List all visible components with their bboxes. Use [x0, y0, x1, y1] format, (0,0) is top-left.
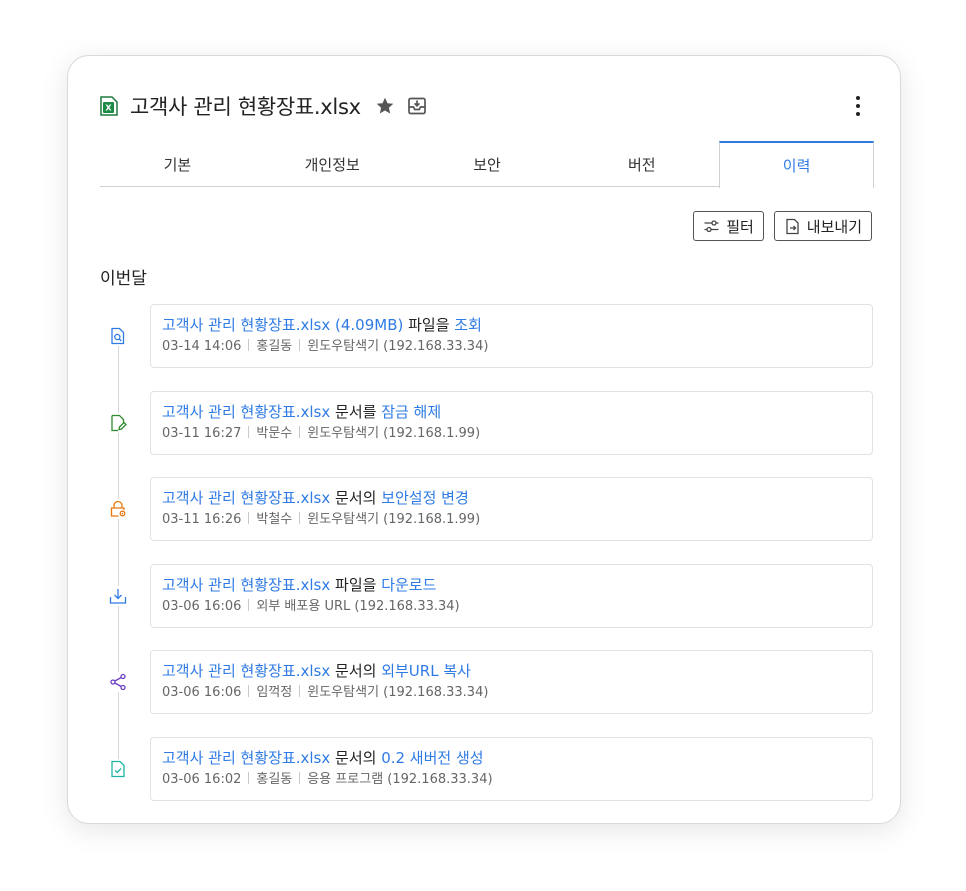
event-action: 0.2 새버전 생성 [381, 749, 484, 767]
tab-version[interactable]: 버전 [564, 141, 719, 187]
history-event-card[interactable]: 고객사 관리 현황장표.xlsx 문서의 보안설정 변경 03-11 16:26… [150, 477, 873, 542]
event-action: 외부URL 복사 [381, 662, 471, 681]
share-icon [108, 672, 128, 693]
event-time: 03-14 14:06 [162, 339, 242, 354]
event-verb: 문서의 [330, 489, 382, 508]
event-client: 윈도우탐색기 (192.168.33.34) [307, 685, 489, 701]
inbox-icon[interactable] [407, 96, 427, 116]
history-event: 고객사 관리 현황장표.xlsx 파일을 다운로드 03-06 16:06 외부 … [108, 563, 874, 628]
svg-text:X: X [105, 104, 112, 113]
event-verb: 파일을 [330, 575, 382, 594]
event-file-link[interactable]: 고객사 관리 현황장표.xlsx (4.09MB) [162, 316, 403, 334]
event-verb: 문서의 [330, 662, 382, 681]
event-user: 홍길동 [256, 339, 293, 354]
export-icon [786, 218, 799, 234]
history-event-card[interactable]: 고객사 관리 현황장표.xlsx 문서의 외부URL 복사 03-06 16:0… [150, 650, 873, 715]
history-actions: 필터 내보내기 [693, 211, 872, 241]
event-verb: 파일을 [403, 316, 455, 334]
event-client: 윈도우탐색기 (192.168.33.34) [307, 339, 489, 354]
more-vertical-icon[interactable] [848, 92, 868, 120]
event-time: 03-06 16:06 [162, 598, 242, 614]
tab-personal-info[interactable]: 개인정보 [255, 141, 410, 187]
event-client: 윈도우탐색기 (192.168.1.99) [307, 512, 481, 528]
filter-icon [704, 219, 719, 232]
event-file-link[interactable]: 고객사 관리 현황장표.xlsx [162, 662, 330, 680]
tab-basic[interactable]: 기본 [100, 141, 255, 187]
history-event-card[interactable]: 고객사 관리 현황장표.xlsx 파일을 다운로드 03-06 16:06 외부 … [150, 563, 873, 628]
history-event-card[interactable]: 고객사 관리 현황장표.xlsx (4.09MB) 파일을 조회 03-14 1… [150, 304, 873, 368]
event-time: 03-06 16:06 [162, 685, 242, 701]
event-file-link[interactable]: 고객사 관리 현황장표.xlsx [162, 403, 330, 421]
history-event: 고객사 관리 현황장표.xlsx 문서의 외부URL 복사 03-06 16:0… [108, 650, 874, 715]
file-search-icon [108, 326, 128, 346]
excel-file-icon: X [100, 96, 118, 116]
filter-button[interactable]: 필터 [693, 211, 764, 241]
tab-bar: 기본 개인정보 보안 버전 이력 [100, 141, 874, 188]
download-icon [108, 585, 128, 606]
star-icon[interactable] [375, 96, 395, 116]
event-user: 박철수 [256, 512, 293, 528]
file-title: 고객사 관리 현황장표.xlsx [130, 95, 361, 119]
event-user: 외부 배포용 URL (192.168.33.34) [256, 598, 460, 614]
file-edit-icon [108, 412, 128, 433]
history-event: 고객사 관리 현황장표.xlsx 문서를 잠금 해제 03-11 16:27 박문… [108, 390, 874, 455]
lock-settings-icon [108, 499, 128, 520]
event-action: 보안설정 변경 [381, 489, 469, 508]
file-history-card: X 고객사 관리 현황장표.xlsx 기본 개인정보 보안 버전 이력 필터 내… [67, 55, 901, 824]
history-event-card[interactable]: 고객사 관리 현황장표.xlsx 문서의 0.2 새버전 생성 03-06 16… [150, 737, 873, 801]
section-label-this-month: 이번달 [100, 269, 147, 289]
event-client: 윈도우탐색기 (192.168.1.99) [307, 425, 481, 441]
event-verb: 문서의 [330, 749, 382, 767]
event-user: 홍길동 [256, 772, 293, 787]
event-time: 03-11 16:27 [162, 425, 242, 441]
history-event: 고객사 관리 현황장표.xlsx 문서의 보안설정 변경 03-11 16:26… [108, 477, 874, 542]
event-file-link[interactable]: 고객사 관리 현황장표.xlsx [162, 489, 330, 507]
filter-label: 필터 [726, 217, 754, 236]
event-user: 임꺽정 [256, 685, 293, 701]
event-verb: 문서를 [330, 402, 382, 421]
event-time: 03-11 16:26 [162, 512, 242, 528]
tab-security[interactable]: 보안 [410, 141, 565, 187]
history-event: 고객사 관리 현황장표.xlsx (4.09MB) 파일을 조회 03-14 1… [108, 304, 874, 368]
file-header: X 고객사 관리 현황장표.xlsx [100, 90, 868, 122]
event-user: 박문수 [256, 425, 293, 441]
event-file-link[interactable]: 고객사 관리 현황장표.xlsx [162, 576, 330, 594]
file-check-icon [108, 759, 128, 779]
export-button[interactable]: 내보내기 [773, 211, 872, 241]
event-client: 응용 프로그램 (192.168.33.34) [307, 772, 493, 787]
history-event-card[interactable]: 고객사 관리 현황장표.xlsx 문서를 잠금 해제 03-11 16:27 박문… [150, 390, 873, 455]
tab-history[interactable]: 이력 [719, 141, 874, 188]
history-event: 고객사 관리 현황장표.xlsx 문서의 0.2 새버전 생성 03-06 16… [108, 737, 874, 801]
event-action: 잠금 해제 [381, 402, 442, 421]
export-label: 내보내기 [806, 217, 862, 236]
event-action: 조회 [454, 316, 482, 334]
event-action: 다운로드 [381, 575, 437, 594]
event-file-link[interactable]: 고객사 관리 현황장표.xlsx [162, 749, 330, 767]
event-time: 03-06 16:02 [162, 772, 242, 787]
